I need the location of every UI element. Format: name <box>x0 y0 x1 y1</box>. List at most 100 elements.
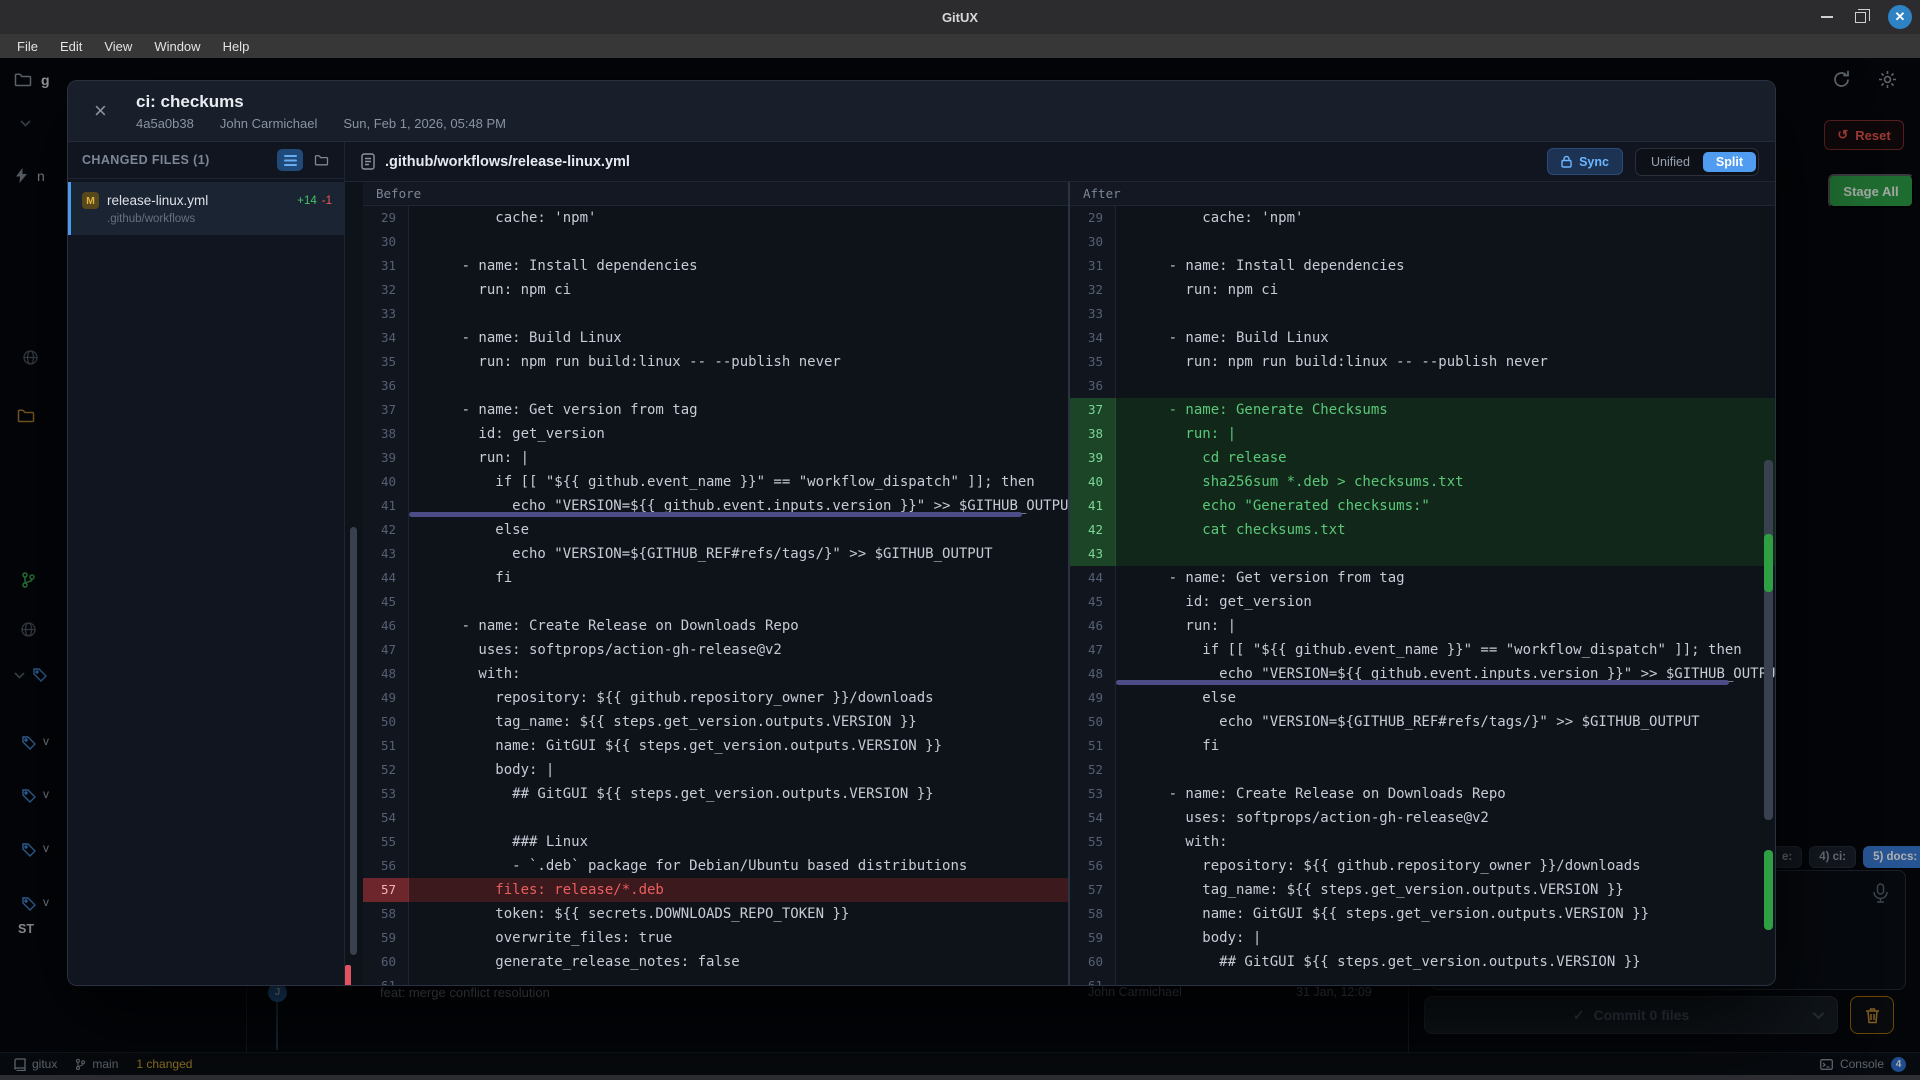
code-text: name: GitGUI ${{ steps.get_version.outpu… <box>409 734 1068 758</box>
menu-edit[interactable]: Edit <box>51 37 91 56</box>
line-number: 41 <box>363 494 409 518</box>
diff-line: 59 body: | <box>1070 926 1775 950</box>
close-modal-icon[interactable]: × <box>94 100 120 122</box>
horizontal-scrollbar[interactable] <box>1116 680 1729 685</box>
close-window-icon[interactable]: ✕ <box>1888 5 1912 29</box>
diff-pane-after: After 29 cache: 'npm'3031 - name: Instal… <box>1070 182 1775 985</box>
code-text: sha256sum *.deb > checksums.txt <box>1116 470 1775 494</box>
file-list-item[interactable]: M release-linux.yml +14-1 .github/workfl… <box>68 182 344 235</box>
code-text: if [[ "${{ github.event_name }}" == "wor… <box>409 470 1068 494</box>
minimize-icon[interactable] <box>1821 16 1833 18</box>
code-text: id: get_version <box>409 422 1068 446</box>
line-number: 51 <box>363 734 409 758</box>
line-number: 33 <box>1070 302 1116 326</box>
maximize-icon[interactable] <box>1855 12 1866 23</box>
line-number: 57 <box>363 878 409 902</box>
code-text: - name: Build Linux <box>1116 326 1775 350</box>
diff-line: 60 ## GitGUI ${{ steps.get_version.outpu… <box>1070 950 1775 974</box>
horizontal-scrollbar[interactable] <box>409 512 1022 517</box>
line-number: 34 <box>1070 326 1116 350</box>
line-number: 38 <box>363 422 409 446</box>
line-number: 59 <box>1070 926 1116 950</box>
line-number: 55 <box>363 830 409 854</box>
diff-line: 46 - name: Create Release on Downloads R… <box>363 614 1068 638</box>
diff-line: 57 files: release/*.deb <box>363 878 1068 902</box>
line-number: 38 <box>1070 422 1116 446</box>
scrollbar-thumb[interactable] <box>350 527 357 955</box>
sync-scroll-button[interactable]: Sync <box>1547 148 1623 175</box>
diff-line: 60 generate_release_notes: false <box>363 950 1068 974</box>
left-scrollbar-track[interactable] <box>345 182 363 985</box>
line-number: 45 <box>363 590 409 614</box>
file-path: .github/workflows/release-linux.yml <box>385 154 1547 170</box>
diff-line: 40 sha256sum *.deb > checksums.txt <box>1070 470 1775 494</box>
menu-window[interactable]: Window <box>145 37 209 56</box>
menu-view[interactable]: View <box>95 37 141 56</box>
list-view-button[interactable] <box>277 149 303 171</box>
diff-line: 34 - name: Build Linux <box>1070 326 1775 350</box>
line-number: 50 <box>1070 710 1116 734</box>
addition-marker <box>1764 534 1773 592</box>
code-text: run: npm run build:linux -- --publish ne… <box>1116 350 1775 374</box>
line-number: 40 <box>1070 470 1116 494</box>
code-text: overwrite_files: true <box>409 926 1068 950</box>
diff-view: .github/workflows/release-linux.yml Sync… <box>345 142 1775 985</box>
code-text: ## GitGUI ${{ steps.get_version.outputs.… <box>1116 950 1775 974</box>
file-diff-stats: +14-1 <box>297 195 332 207</box>
code-text: else <box>1116 686 1775 710</box>
code-text <box>1116 230 1775 254</box>
folder-icon <box>314 154 329 166</box>
line-number: 58 <box>363 902 409 926</box>
diff-line: 52 body: | <box>363 758 1068 782</box>
code-text <box>1116 974 1775 985</box>
code-text: - name: Build Linux <box>409 326 1068 350</box>
diff-line: 57 tag_name: ${{ steps.get_version.outpu… <box>1070 878 1775 902</box>
unified-view-button[interactable]: Unified <box>1638 152 1703 172</box>
diff-line: 44 fi <box>363 566 1068 590</box>
line-number: 56 <box>363 854 409 878</box>
file-icon <box>361 153 375 170</box>
line-number: 56 <box>1070 854 1116 878</box>
code-text: cache: 'npm' <box>1116 206 1775 230</box>
diff-line: 53 ## GitGUI ${{ steps.get_version.outpu… <box>363 782 1068 806</box>
lock-icon <box>1561 155 1572 168</box>
tree-view-button[interactable] <box>308 149 334 171</box>
diff-line: 36 <box>1070 374 1775 398</box>
right-scrollbar-thumb[interactable] <box>1764 460 1773 820</box>
code-text: - name: Create Release on Downloads Repo <box>409 614 1068 638</box>
line-number: 48 <box>363 662 409 686</box>
menu-file[interactable]: File <box>8 37 47 56</box>
line-number: 46 <box>1070 614 1116 638</box>
line-number: 49 <box>363 686 409 710</box>
line-number: 57 <box>1070 878 1116 902</box>
file-directory: .github/workflows <box>107 213 332 225</box>
line-number: 45 <box>1070 590 1116 614</box>
menu-help[interactable]: Help <box>214 37 259 56</box>
code-text: generate_release_notes: false <box>409 950 1068 974</box>
diff-line: 56 repository: ${{ github.repository_own… <box>1070 854 1775 878</box>
code-text: - name: Get version from tag <box>1116 566 1775 590</box>
code-text <box>409 230 1068 254</box>
line-number: 36 <box>363 374 409 398</box>
line-number: 43 <box>1070 542 1116 566</box>
diff-line: 54 <box>363 806 1068 830</box>
line-number: 53 <box>1070 782 1116 806</box>
code-text <box>1116 302 1775 326</box>
code-text: echo "VERSION=${GITHUB_REF#refs/tags/}" … <box>409 542 1068 566</box>
code-text: fi <box>1116 734 1775 758</box>
line-number: 48 <box>1070 662 1116 686</box>
code-text: body: | <box>1116 926 1775 950</box>
line-number: 32 <box>1070 278 1116 302</box>
diff-line: 42 cat checksums.txt <box>1070 518 1775 542</box>
code-text: with: <box>1116 830 1775 854</box>
line-number: 33 <box>363 302 409 326</box>
commit-hash[interactable]: 4a5a0b38 <box>136 116 194 131</box>
modal-header: × ci: checkums 4a5a0b38 John Carmichael … <box>68 81 1775 142</box>
diff-line: 36 <box>363 374 1068 398</box>
line-number: 35 <box>1070 350 1116 374</box>
code-text: ### Linux <box>409 830 1068 854</box>
code-text <box>1116 758 1775 782</box>
diff-line: 45 id: get_version <box>1070 590 1775 614</box>
diff-line: 41 echo "VERSION=${{ github.event.inputs… <box>363 494 1068 518</box>
split-view-button[interactable]: Split <box>1703 152 1756 172</box>
